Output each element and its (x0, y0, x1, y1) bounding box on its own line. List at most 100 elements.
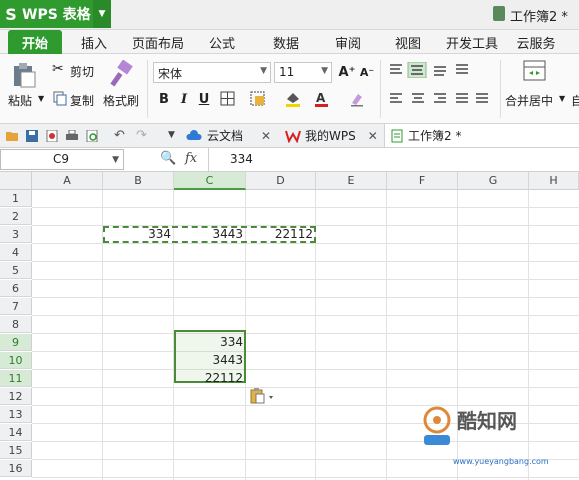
column-header-a[interactable]: A (32, 172, 103, 190)
gridline (386, 190, 387, 480)
cell-c10[interactable]: 3443 (174, 352, 246, 369)
document-icon (493, 6, 505, 21)
watermark: 酷知网 www.yueyangbang.com (415, 395, 579, 480)
horizontal-align-group (390, 93, 488, 103)
font-name-value: 宋体 (158, 67, 183, 81)
font-color-icon[interactable]: A (314, 91, 330, 107)
formula-input[interactable]: 334 (230, 152, 253, 166)
column-header-d[interactable]: D (246, 172, 316, 190)
underline-icon[interactable]: U (195, 90, 213, 108)
tab-cloud-service[interactable]: 云服务 (508, 30, 564, 54)
tab-formulas[interactable]: 公式 (198, 30, 246, 54)
font-name-select[interactable]: 宋体 ▼ (153, 62, 271, 83)
row-header-12[interactable]: 12 (0, 388, 32, 405)
column-header-f[interactable]: F (387, 172, 458, 190)
my-wps-label: 我的WPS (305, 129, 356, 143)
wps-menu-button[interactable]: S WPS 表格 ▼ (0, 0, 111, 28)
paste-button[interactable]: 粘贴 (8, 92, 32, 109)
tab-insert[interactable]: 插入 (70, 30, 118, 54)
column-header-b[interactable]: B (103, 172, 174, 190)
row-header-16[interactable]: 16 (0, 460, 32, 477)
export-pdf-icon[interactable] (46, 130, 59, 142)
cell-c9[interactable]: 334 (174, 334, 246, 351)
cut-button[interactable]: 剪切 (70, 63, 94, 80)
chevron-down-icon[interactable]: ▼ (168, 130, 175, 140)
chevron-down-icon[interactable]: ▼ (112, 151, 119, 170)
auto-button[interactable]: 自 (571, 92, 579, 109)
column-header-g[interactable]: G (458, 172, 529, 190)
cell-c11[interactable]: 22112 (174, 370, 246, 387)
print-preview-icon[interactable] (86, 130, 99, 142)
formula-bar: C9 ▼ 🔍 fx 334 (0, 148, 579, 172)
decrease-font-icon[interactable]: A⁻ (358, 63, 376, 81)
close-icon[interactable]: ✕ (261, 129, 271, 143)
row-header-4[interactable]: 4 (0, 244, 32, 261)
copy-button[interactable]: 复制 (70, 92, 94, 109)
function-icon[interactable]: fx (185, 151, 197, 166)
undo-icon[interactable]: ↶ (114, 128, 125, 143)
clear-format-icon[interactable] (349, 91, 365, 107)
column-header-c[interactable]: C (174, 172, 246, 190)
chevron-down-icon: ▼ (321, 66, 328, 76)
increase-font-icon[interactable]: A⁺ (338, 63, 356, 81)
row-header-15[interactable]: 15 (0, 442, 32, 459)
row-header-8[interactable]: 8 (0, 316, 32, 333)
row-header-10[interactable]: 10 (0, 352, 32, 369)
fill-color-icon[interactable] (284, 91, 302, 107)
tab-developer[interactable]: 开发工具 (440, 30, 504, 54)
chevron-down-icon[interactable]: ▼ (38, 94, 44, 103)
tab-home[interactable]: 开始 (8, 30, 62, 54)
paste-options-icon[interactable] (250, 388, 276, 404)
chevron-down-icon[interactable]: ▼ (559, 94, 565, 103)
format-painter-button[interactable]: 格式刷 (103, 92, 139, 109)
gridline (32, 333, 579, 334)
tab-data[interactable]: 数据 (262, 30, 310, 54)
merge-center-button[interactable]: 合并居中 (505, 92, 553, 109)
ribbon-tabs: 开始 插入 页面布局 公式 数据 审阅 视图 开发工具 云服务 (0, 30, 579, 54)
row-header-7[interactable]: 7 (0, 298, 32, 315)
cell-b3[interactable]: 334 (103, 226, 174, 243)
row-header-1[interactable]: 1 (0, 190, 32, 207)
cell-d3[interactable]: 22112 (246, 226, 316, 243)
wps-icon (285, 130, 301, 143)
italic-icon[interactable]: I (175, 90, 193, 108)
chevron-down-icon[interactable]: ▼ (93, 0, 111, 28)
tab-review[interactable]: 审阅 (324, 30, 372, 54)
open-folder-icon[interactable] (6, 130, 19, 142)
cell-c3[interactable]: 3443 (174, 226, 246, 243)
zoom-icon[interactable]: 🔍 (160, 151, 176, 166)
merge-border-icon[interactable] (250, 91, 266, 107)
format-painter-icon[interactable] (107, 60, 135, 88)
watermark-brand: 酷知网 (457, 409, 517, 433)
row-header-5[interactable]: 5 (0, 262, 32, 279)
merge-center-icon[interactable] (523, 60, 547, 82)
row-header-14[interactable]: 14 (0, 424, 32, 441)
border-icon[interactable] (220, 91, 236, 107)
row-header-9[interactable]: 9 (0, 334, 32, 351)
cloud-docs-label: 云文档 (207, 129, 244, 143)
column-header-h[interactable]: H (529, 172, 579, 190)
row-header-3[interactable]: 3 (0, 226, 32, 243)
name-box[interactable]: C9 ▼ (0, 149, 124, 170)
paste-icon[interactable] (12, 62, 36, 88)
font-size-value: 11 (279, 65, 295, 79)
redo-icon[interactable]: ↷ (136, 128, 147, 143)
column-header-e[interactable]: E (316, 172, 387, 190)
row-header-11[interactable]: 11 (0, 370, 32, 387)
tab-workbook[interactable]: 工作簿2 * (384, 124, 579, 147)
bold-icon[interactable]: B (155, 90, 173, 108)
font-size-select[interactable]: 11 ▼ (274, 62, 332, 83)
row-header-2[interactable]: 2 (0, 208, 32, 225)
tab-view[interactable]: 视图 (384, 30, 432, 54)
save-icon[interactable] (26, 130, 39, 142)
close-icon[interactable]: ✕ (368, 129, 378, 143)
tab-page-layout[interactable]: 页面布局 (126, 30, 190, 54)
gridline (32, 207, 579, 208)
tab-my-wps[interactable]: 我的WPS ✕ (285, 124, 385, 147)
wps-spreadsheet-window: S WPS 表格 ▼ 工作簿2 * 开始 插入 页面布局 公式 数据 审阅 视图… (0, 0, 579, 480)
select-all-corner[interactable] (0, 172, 32, 190)
row-header-6[interactable]: 6 (0, 280, 32, 297)
print-icon[interactable] (66, 130, 79, 142)
tab-cloud-docs[interactable]: 云文档 ✕ (186, 124, 278, 147)
row-header-13[interactable]: 13 (0, 406, 32, 423)
